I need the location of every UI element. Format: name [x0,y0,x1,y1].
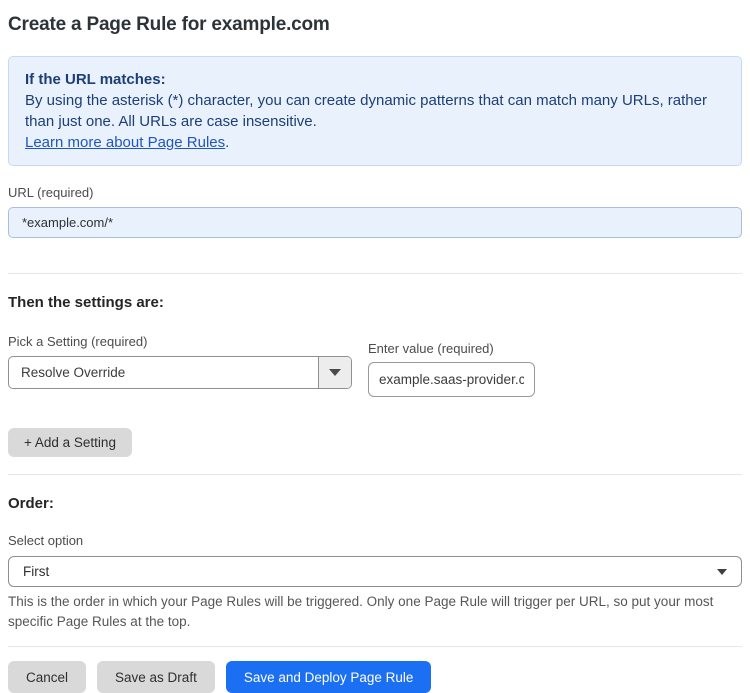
chevron-down-icon [717,568,727,575]
order-section-heading: Order: [8,495,54,512]
setting-select-value: Resolve Override [21,365,126,380]
cancel-button[interactable]: Cancel [8,661,87,693]
setting-select-group: Pick a Setting (required) Resolve Overri… [8,311,352,389]
url-match-info-box: If the URL matches: By using the asteris… [8,56,742,166]
learn-more-link[interactable]: Learn more about Page Rules [25,134,225,151]
settings-row: Pick a Setting (required) Resolve Overri… [8,311,742,397]
add-setting-button[interactable]: + Add a Setting [8,428,132,457]
page-title: Create a Page Rule for example.com [8,14,330,35]
value-field-label: Enter value (required) [368,341,494,356]
page-rule-form: Create a Page Rule for example.com If th… [0,14,750,693]
info-box-body: By using the asterisk (*) character, you… [25,90,725,132]
order-select-value: First [23,564,50,579]
divider [8,474,742,475]
info-box-body-text: By using the asterisk (*) character, you… [25,92,707,130]
link-period: . [225,134,230,151]
save-as-draft-button[interactable]: Save as Draft [97,661,215,693]
divider [8,646,742,647]
chevron-down-icon [329,369,341,376]
order-help-text: This is the order in which your Page Rul… [8,594,714,629]
setting-select-dropdown[interactable]: Resolve Override [8,356,352,389]
settings-section-heading: Then the settings are: [8,294,164,311]
setting-value-group: Enter value (required) [368,311,535,397]
setting-select-label: Pick a Setting (required) [8,334,148,349]
setting-value-input[interactable] [368,362,535,397]
divider [8,273,742,274]
url-field-label: URL (required) [8,185,94,200]
order-select-dropdown[interactable]: First [8,556,742,587]
order-select-label: Select option [8,533,84,548]
setting-select-arrow-button[interactable] [318,357,351,388]
save-and-deploy-button[interactable]: Save and Deploy Page Rule [225,661,432,693]
url-input[interactable] [8,207,742,238]
info-box-link-line: Learn more about Page Rules. [25,132,725,153]
info-box-heading: If the URL matches: [25,71,166,88]
footer-actions: Cancel Save as Draft Save and Deploy Pag… [8,661,742,693]
